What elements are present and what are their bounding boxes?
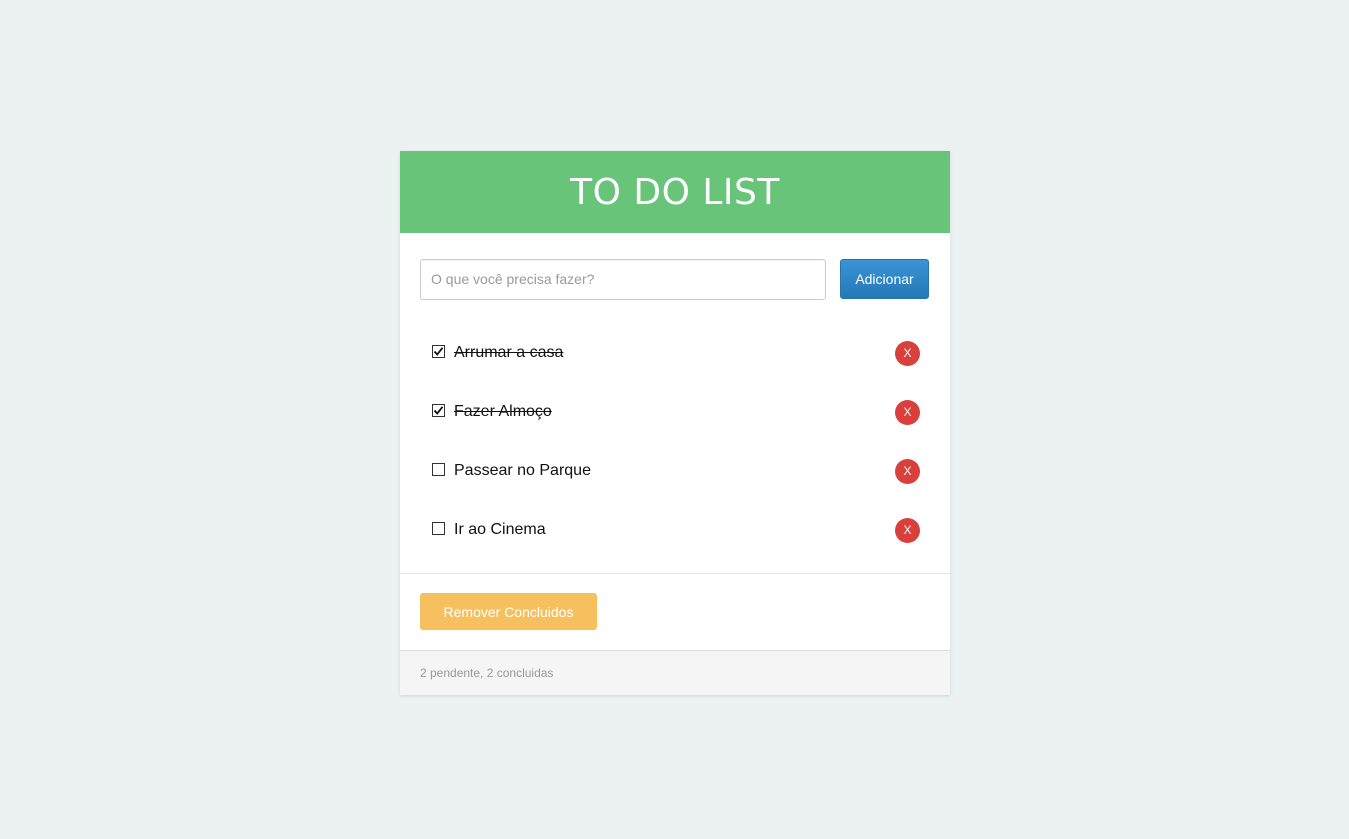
task-item: Fazer Almoço X [420, 382, 930, 441]
add-task-form: Adicionar [420, 258, 930, 300]
task-label: Arrumar a casa [454, 343, 564, 361]
task-list: Arrumar a casa X Fazer Almoço X Passear … [420, 323, 930, 559]
task-label: Ir ao Cinema [454, 520, 546, 538]
task-item: Arrumar a casa X [420, 323, 930, 382]
add-button[interactable]: Adicionar [840, 259, 929, 299]
delete-task-button[interactable]: X [895, 399, 920, 425]
task-input[interactable] [420, 258, 826, 300]
checkmark-icon [433, 406, 444, 415]
delete-task-button[interactable]: X [895, 458, 920, 484]
checkmark-icon [433, 347, 444, 356]
task-label: Fazer Almoço [454, 402, 552, 420]
task-checkbox[interactable] [432, 522, 445, 535]
remove-done-button[interactable]: Remover Concluidos [420, 593, 597, 630]
delete-task-button[interactable]: X [895, 517, 920, 543]
task-item: Passear no Parque X [420, 441, 930, 500]
delete-task-button[interactable]: X [895, 340, 920, 366]
task-checkbox[interactable] [432, 404, 445, 417]
card-header: TO DO LIST [400, 151, 950, 233]
status-text: 2 pendente, 2 concluidas [420, 666, 554, 680]
card-footer: 2 pendente, 2 concluidas [400, 650, 950, 695]
task-checkbox[interactable] [432, 463, 445, 476]
task-checkbox[interactable] [432, 345, 445, 358]
task-label: Passear no Parque [454, 461, 591, 479]
card-body: Adicionar Arrumar a casa X Fazer Almoç [400, 233, 950, 559]
page-title: TO DO LIST [570, 171, 780, 213]
actions-bar: Remover Concluidos [400, 574, 950, 650]
todo-card: TO DO LIST Adicionar Arrumar a casa X [400, 151, 950, 695]
task-item: Ir ao Cinema X [420, 500, 930, 559]
